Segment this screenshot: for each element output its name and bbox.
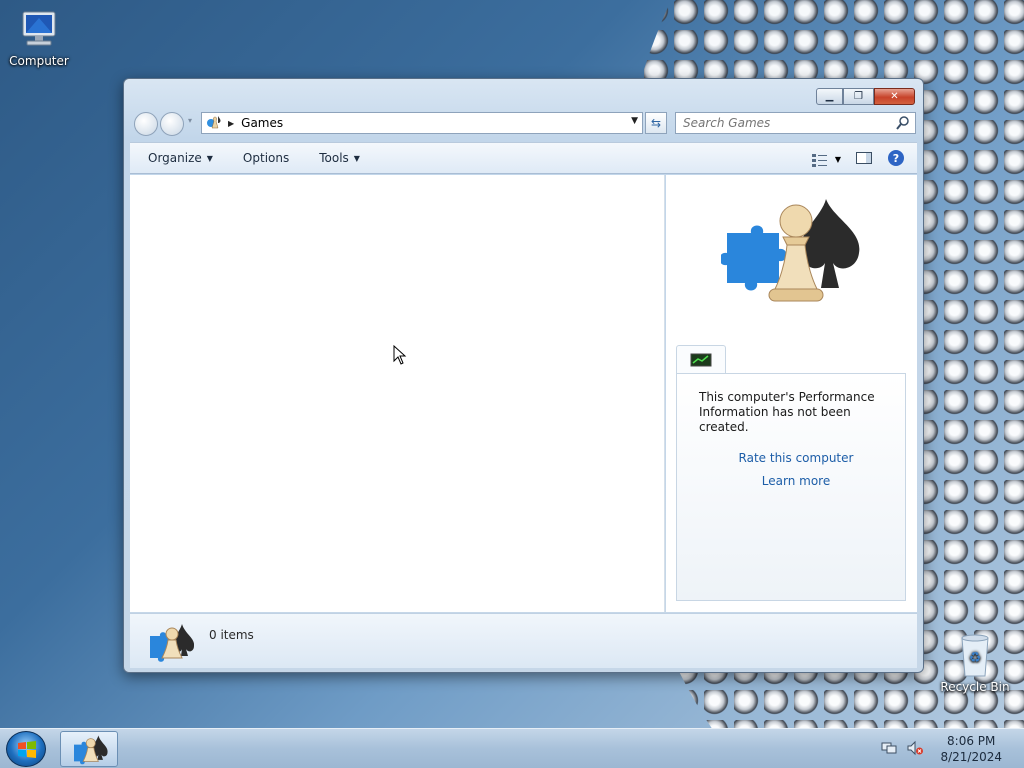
chevron-down-icon: ▼ xyxy=(206,153,213,163)
file-list-pane[interactable] xyxy=(130,175,665,612)
organize-label: Organize xyxy=(148,151,202,165)
svg-text:?: ? xyxy=(893,152,899,165)
command-bar: Organize ▼ Options Tools ▼ ▼ ? xyxy=(130,142,917,174)
chevron-down-icon: ▼ xyxy=(834,155,841,164)
taskbar: 8:06 PM 8/21/2024 xyxy=(0,728,1024,768)
tools-label: Tools xyxy=(319,151,349,165)
clock-date: 8/21/2024 xyxy=(940,750,1002,764)
address-bar[interactable]: ▶ Games ▼ xyxy=(201,112,643,134)
learn-more-link[interactable]: Learn more xyxy=(699,474,893,489)
organize-menu[interactable]: Organize ▼ xyxy=(148,151,213,165)
windows-logo-icon xyxy=(18,741,36,758)
performance-tab[interactable] xyxy=(676,345,726,373)
games-explorer-window: ▁ ❐ ✕ ▾ ▶ Games ▼ ⇆ Search Games Organiz… xyxy=(123,78,924,673)
help-icon: ? xyxy=(888,150,904,166)
options-button[interactable]: Options xyxy=(243,151,289,165)
mouse-pointer-icon xyxy=(393,344,407,368)
search-input[interactable] xyxy=(683,116,883,130)
network-icon[interactable] xyxy=(880,740,898,759)
options-label: Options xyxy=(242,151,290,165)
rate-computer-link[interactable]: Rate this computer xyxy=(699,451,893,466)
volume-muted-icon[interactable] xyxy=(906,740,924,759)
recent-pages-icon[interactable]: ▾ xyxy=(188,116,192,125)
back-button[interactable] xyxy=(134,112,158,136)
help-button[interactable]: ? xyxy=(887,149,905,170)
performance-message: This computer's Performance Information … xyxy=(699,390,875,434)
games-folder-icon xyxy=(148,622,195,667)
address-dropdown-icon[interactable]: ▼ xyxy=(631,116,638,126)
performance-icon xyxy=(690,353,712,367)
chevron-down-icon: ▼ xyxy=(353,153,360,163)
forward-button[interactable] xyxy=(160,112,184,136)
desktop-icon-label: Computer xyxy=(9,54,69,68)
search-icon[interactable] xyxy=(895,115,911,134)
navigation-bar: ▾ ▶ Games ▼ ⇆ xyxy=(132,111,916,137)
system-tray: 8:06 PM 8/21/2024 xyxy=(880,729,1024,768)
breadcrumb-games[interactable]: Games xyxy=(241,116,283,130)
svg-text:♻: ♻ xyxy=(969,650,982,666)
preview-pane: This computer's Performance Information … xyxy=(666,175,917,612)
games-icon xyxy=(74,735,108,765)
close-button[interactable]: ✕ xyxy=(874,88,915,105)
views-icon xyxy=(811,153,827,167)
clock[interactable]: 8:06 PM 8/21/2024 xyxy=(940,733,1002,765)
details-pane: 0 items xyxy=(130,613,917,668)
window-controls: ▁ ❐ ✕ xyxy=(816,88,915,105)
refresh-button[interactable]: ⇆ xyxy=(645,112,667,134)
games-logo-icon xyxy=(719,193,871,321)
taskbar-games-button[interactable] xyxy=(60,731,118,767)
computer-icon xyxy=(15,8,63,52)
clock-time: 8:06 PM xyxy=(947,734,996,748)
start-button[interactable] xyxy=(6,731,46,767)
performance-panel: This computer's Performance Information … xyxy=(676,373,906,601)
toolbar-right-group: ▼ ? xyxy=(797,149,905,170)
preview-pane-icon xyxy=(856,152,872,164)
desktop-icon-label: Recycle Bin xyxy=(940,680,1010,694)
desktop-icon-computer[interactable]: Computer xyxy=(4,8,74,68)
games-folder-icon xyxy=(206,114,222,133)
recycle-bin-icon: ♻ xyxy=(957,632,993,678)
desktop-icon-recycle-bin[interactable]: ♻ Recycle Bin xyxy=(940,632,1010,694)
search-box[interactable] xyxy=(675,112,916,134)
breadcrumb-separator-icon[interactable]: ▶ xyxy=(228,119,234,128)
change-view-button[interactable]: ▼ xyxy=(811,152,841,168)
item-count: 0 items xyxy=(209,628,254,642)
tools-menu[interactable]: Tools ▼ xyxy=(319,151,360,165)
maximize-button[interactable]: ❐ xyxy=(843,88,874,105)
preview-pane-button[interactable] xyxy=(855,150,873,169)
minimize-button[interactable]: ▁ xyxy=(816,88,843,105)
refresh-icon: ⇆ xyxy=(650,116,662,130)
